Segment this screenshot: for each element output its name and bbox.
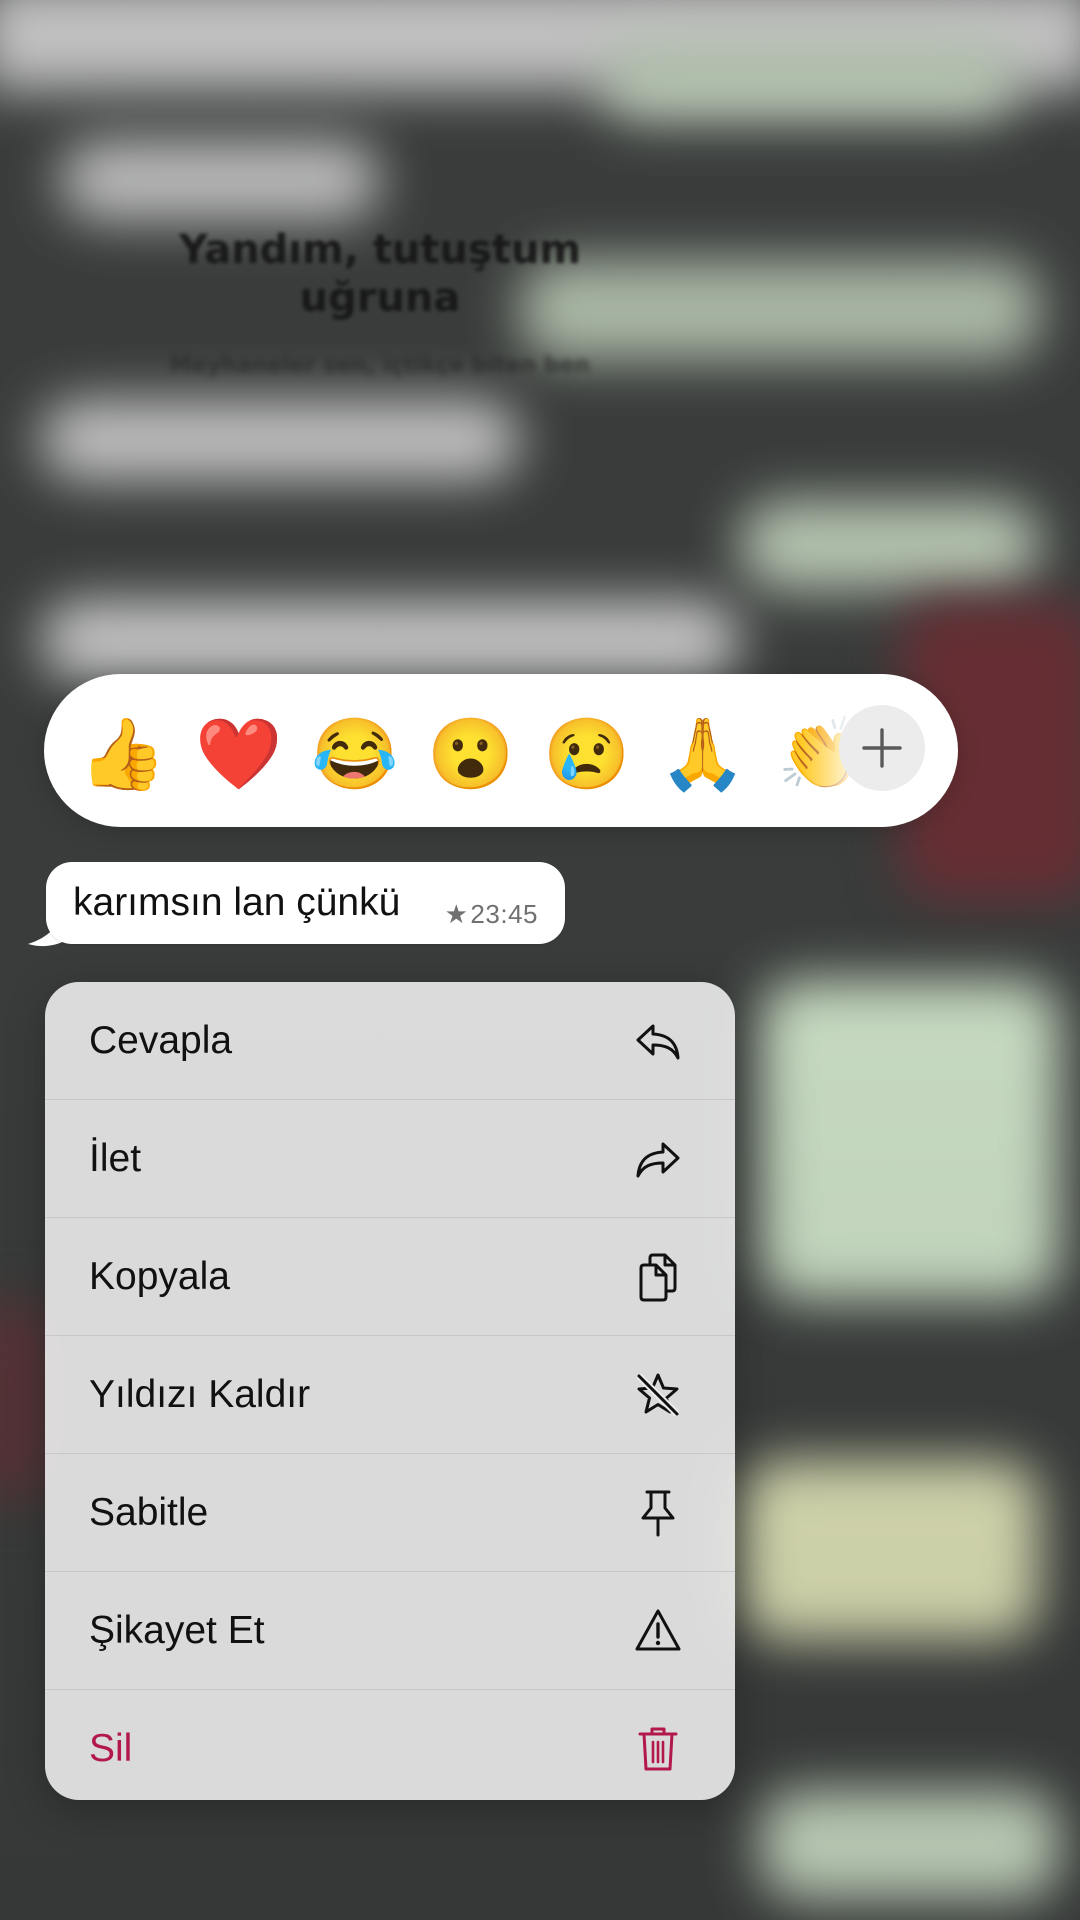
message-bubble[interactable]: karımsın lan çünkü ★23:45 <box>46 862 565 944</box>
menu-item-label: Kopyala <box>89 1255 230 1298</box>
message-text: karımsın lan çünkü <box>73 881 401 924</box>
warning-icon <box>635 1609 681 1651</box>
menu-item-label: Şikayet Et <box>89 1609 265 1652</box>
star-icon: ★ <box>444 899 469 929</box>
menu-item-label: Sil <box>89 1727 133 1770</box>
menu-item-delete[interactable]: Sil <box>45 1690 735 1800</box>
reaction-folded-hands[interactable]: 🙏 <box>659 712 746 796</box>
menu-item-unstar[interactable]: Yıldızı Kaldır <box>45 1336 735 1454</box>
copy-icon <box>639 1253 677 1302</box>
menu-item-label: Sabitle <box>89 1491 209 1534</box>
menu-item-forward[interactable]: İlet <box>45 1100 735 1218</box>
reply-icon <box>636 1024 680 1060</box>
reaction-bar: 👍 ❤️ 😂 😮 😢 🙏 👏 <box>44 674 958 827</box>
menu-item-label: Yıldızı Kaldır <box>89 1373 311 1416</box>
reaction-thumbs-up[interactable]: 👍 <box>79 712 166 796</box>
menu-item-copy[interactable]: Kopyala <box>45 1218 735 1336</box>
reaction-tears-of-joy[interactable]: 😂 <box>311 712 398 796</box>
menu-item-label: Cevapla <box>89 1019 233 1062</box>
background-subheading: Meyhaneler sen, içtikçe biten ben <box>169 353 591 378</box>
background-heading: Yandım, tutuştum uğruna <box>178 227 582 321</box>
message-meta: ★23:45 <box>445 900 538 928</box>
reaction-red-heart[interactable]: ❤️ <box>195 712 282 796</box>
trash-icon <box>638 1727 678 1771</box>
menu-item-pin[interactable]: Sabitle <box>45 1454 735 1572</box>
forward-icon <box>636 1142 680 1178</box>
unstar-icon <box>636 1373 680 1417</box>
more-reactions-button[interactable] <box>839 705 925 791</box>
context-menu: Cevapla İlet Kopyala Yıldızı Kaldır Sabi… <box>45 982 735 1800</box>
menu-item-label: İlet <box>89 1137 142 1180</box>
menu-item-report[interactable]: Şikayet Et <box>45 1572 735 1690</box>
pin-icon <box>641 1490 675 1537</box>
message-time: 23:45 <box>470 899 538 929</box>
reaction-crying[interactable]: 😢 <box>543 712 630 796</box>
reaction-surprised[interactable]: 😮 <box>427 712 514 796</box>
menu-item-reply[interactable]: Cevapla <box>45 982 735 1100</box>
plus-icon <box>862 728 902 768</box>
